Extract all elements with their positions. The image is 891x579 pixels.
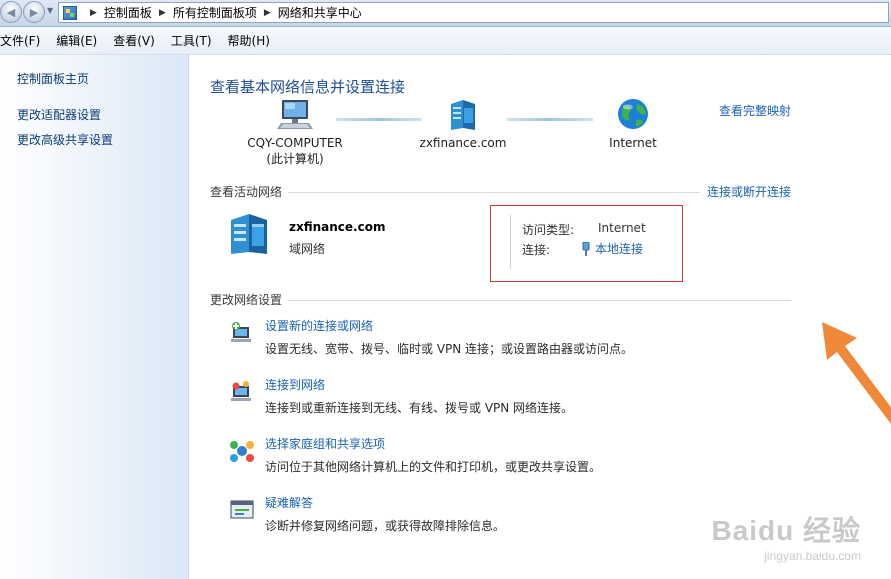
connect-disconnect-link[interactable]: 连接或断开连接 (707, 183, 791, 200)
annotation-arrow-icon (822, 322, 891, 424)
menu-edit[interactable]: 编辑(E) (56, 32, 103, 49)
menu-help[interactable]: 帮助(H) (228, 32, 276, 49)
menu-file[interactable]: 文件(F) (0, 32, 46, 49)
troubleshoot-link[interactable]: 疑难解答 (265, 494, 313, 511)
connection-label: 连接: (522, 243, 551, 257)
page-title: 查看基本网络信息并设置连接 (210, 78, 406, 96)
sidebar-item-control-panel-home[interactable]: 控制面板主页 (17, 70, 89, 87)
section-divider (288, 300, 791, 301)
setup-connection-link[interactable]: 设置新的连接或网络 (265, 317, 373, 334)
connect-network-link[interactable]: 连接到网络 (265, 376, 325, 393)
main-content: 查看基本网络信息并设置连接 查看完整映射 CQY-COMPUTER (此计算机)… (189, 55, 891, 579)
sidebar-item-advanced-sharing[interactable]: 更改高级共享设置 (17, 131, 113, 148)
map-node-internet[interactable]: Internet (593, 98, 673, 151)
setup-connection-description: 设置无线、宽带、拨号、临时或 VPN 连接；或设置路由器或访问点。 (265, 342, 634, 356)
baidu-jingyan-watermark: Baidu 经验 jingyan.baidu.com (711, 509, 861, 563)
computer-subtitle: (此计算机) (266, 152, 324, 166)
local-connection-link[interactable]: 本地连接 (582, 240, 643, 257)
address-field[interactable]: ▶ 控制面板 ▶ 所有控制面板项 ▶ 网络和共享中心 (58, 2, 889, 23)
watermark-brand: Baidu 经验 (711, 515, 861, 546)
homegroup-icon (230, 441, 254, 462)
breadcrumb-network-center[interactable]: 网络和共享中心 (278, 4, 362, 21)
active-network-name: zxfinance.com (289, 220, 386, 234)
troubleshoot-description: 诊断并修复网络问题，或获得故障排除信息。 (265, 519, 506, 533)
domain-network-icon (227, 212, 271, 256)
troubleshoot-icon (230, 500, 254, 519)
internet-label: Internet (609, 136, 657, 150)
connect-network-icon (231, 381, 251, 401)
recent-pages-dropdown-icon[interactable]: ▼ (47, 6, 53, 15)
control-panel-icon (63, 5, 77, 20)
breadcrumb-separator-icon[interactable]: ▶ (159, 8, 166, 18)
domain-network-icon (451, 100, 475, 130)
active-network-section-title: 查看活动网络 (210, 185, 283, 199)
homegroup-description: 访问位于其他网络计算机上的文件和打印机，或更改共享设置。 (265, 460, 602, 474)
forward-button[interactable]: ▶ (23, 1, 45, 23)
access-type-value: Internet (598, 221, 646, 235)
connect-network-description: 连接到或重新连接到无线、有线、拨号或 VPN 网络连接。 (265, 401, 574, 415)
back-button[interactable]: ◀ (0, 1, 22, 23)
change-settings-section-title: 更改网络设置 (210, 293, 283, 307)
domain-name: zxfinance.com (419, 136, 507, 150)
map-node-domain[interactable]: zxfinance.com (403, 98, 523, 151)
address-bar: ◀ ▶ ▼ ▶ 控制面板 ▶ 所有控制面板项 ▶ 网络和共享中心 (0, 0, 891, 27)
ethernet-connection-icon (582, 241, 590, 256)
breadcrumb-separator-icon[interactable]: ▶ (90, 8, 97, 18)
local-connection-text[interactable]: 本地连接 (595, 240, 643, 257)
access-type-label: 访问类型: (522, 223, 575, 237)
active-network-type[interactable]: 域网络 (289, 240, 325, 257)
globe-icon (618, 99, 648, 129)
new-connection-icon (231, 322, 251, 342)
map-node-computer[interactable]: CQY-COMPUTER (此计算机) (231, 98, 359, 167)
sidebar-item-adapter-settings[interactable]: 更改适配器设置 (17, 106, 101, 123)
menu-bar: 文件(F) 编辑(E) 查看(V) 工具(T) 帮助(H) (0, 27, 891, 55)
breadcrumb-control-panel[interactable]: 控制面板 (104, 4, 152, 21)
task-pane: 控制面板主页 更改适配器设置 更改高级共享设置 (0, 55, 189, 579)
back-arrow-icon: ◀ (6, 5, 16, 19)
watermark-url: jingyan.baidu.com (764, 549, 861, 563)
breadcrumb-all-items[interactable]: 所有控制面板项 (173, 4, 257, 21)
menu-view[interactable]: 查看(V) (113, 32, 161, 49)
breadcrumb-separator-icon[interactable]: ▶ (264, 8, 271, 18)
view-full-map-link[interactable]: 查看完整映射 (719, 102, 791, 119)
computer-icon (277, 100, 313, 129)
forward-arrow-icon: ▶ (29, 5, 39, 19)
homegroup-link[interactable]: 选择家庭组和共享选项 (265, 435, 385, 452)
section-divider (288, 192, 700, 193)
menu-tools[interactable]: 工具(T) (171, 32, 218, 49)
vertical-divider (510, 215, 511, 269)
computer-name: CQY-COMPUTER (247, 136, 343, 150)
